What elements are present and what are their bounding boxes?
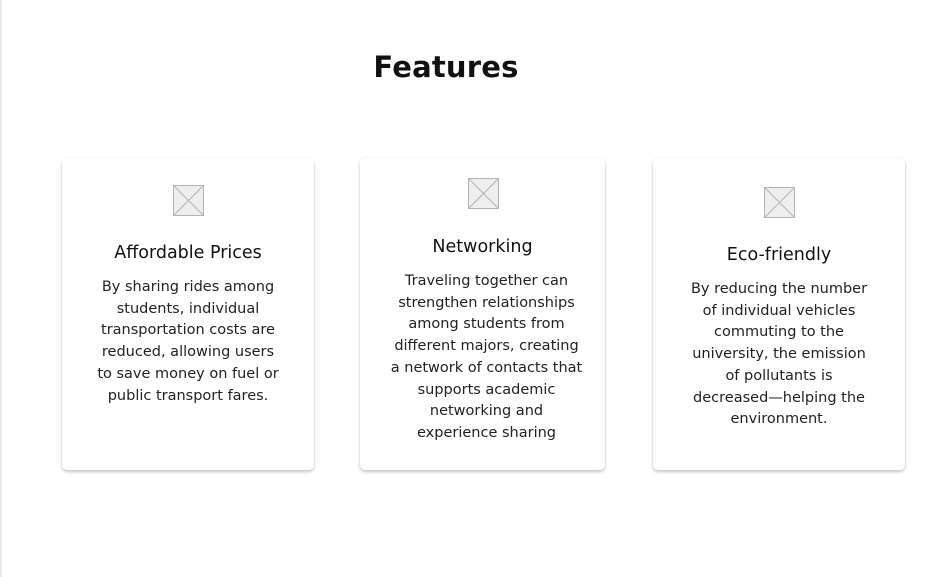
feature-card-affordable-prices: Affordable Prices By sharing rides among… xyxy=(62,158,314,470)
feature-card-description: By reducing the number of individual veh… xyxy=(690,281,868,428)
feature-card-title: Networking xyxy=(432,237,533,257)
feature-card-title: Affordable Prices xyxy=(114,243,262,263)
image-placeholder-icon xyxy=(173,185,204,216)
image-placeholder-icon xyxy=(764,187,795,218)
features-section-title: Features xyxy=(373,50,519,84)
image-placeholder-icon xyxy=(467,178,499,209)
feature-card-description: Traveling together can strengthen relati… xyxy=(390,273,583,441)
feature-card-eco-friendly: Eco-friendly By reducing the number of i… xyxy=(653,158,905,470)
page-left-border xyxy=(0,0,2,577)
feature-card-description: By sharing rides among students, individ… xyxy=(97,279,279,404)
feature-card-networking: Networking Traveling together can streng… xyxy=(360,158,605,470)
feature-card-title: Eco-friendly xyxy=(726,245,832,265)
